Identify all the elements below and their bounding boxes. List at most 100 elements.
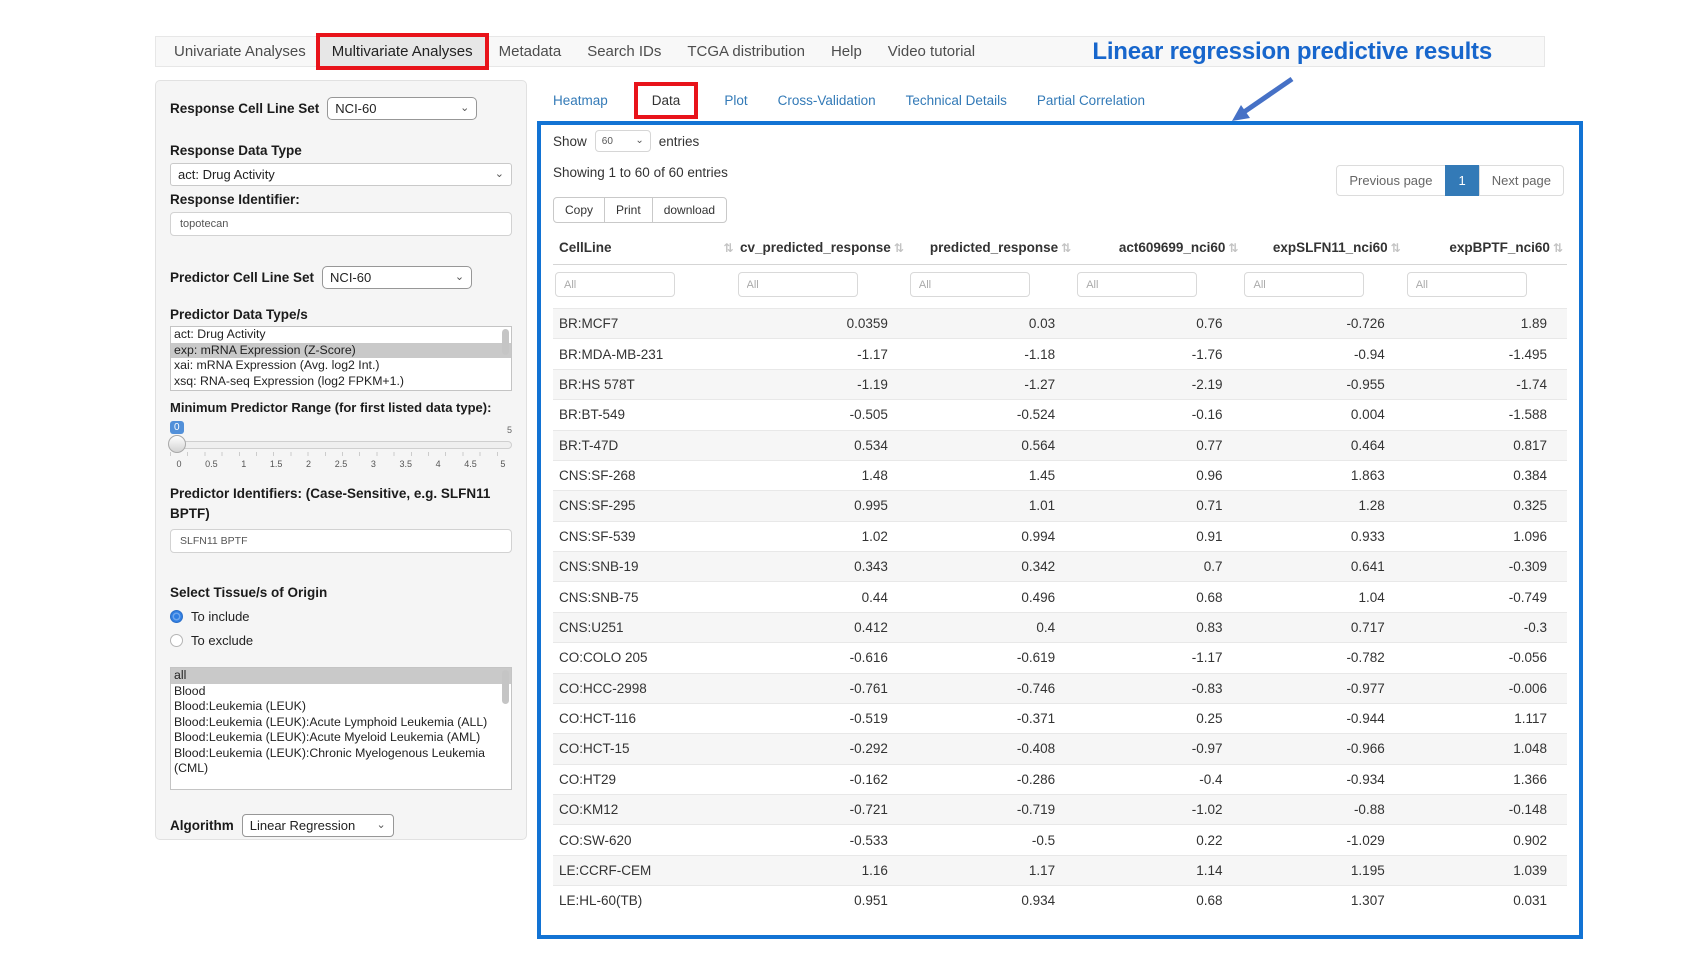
predictor-data-types-label: Predictor Data Type/s [170,307,512,322]
table-row: CNS:SF-2950.9951.010.711.280.325 [553,491,1567,521]
predictor-cell-line-set-select[interactable]: NCI-60 ⌄ [322,266,472,289]
slider-max-label: 5 [507,425,512,435]
value-cell: -0.782 [1242,643,1404,673]
slider-tick-2: 2 [300,459,318,469]
tab-cross-validation[interactable]: Cross-Validation [778,93,876,108]
tab-data[interactable]: Data [638,86,695,115]
result-tabs: Heatmap Data Plot Cross-Validation Technical… [553,84,1145,116]
page-size-value: 60 [602,136,613,147]
listbox-option-blood-leukemia-leuk[interactable]: Blood:Leukemia (LEUK) [171,699,511,715]
column-header-expbptf-nci60[interactable]: expBPTF_nci60⇅ [1405,231,1567,265]
value-cell: -0.371 [908,703,1075,733]
column-filter-input-predicted-response[interactable] [910,272,1030,297]
table-row: CO:HCT-15-0.292-0.408-0.97-0.9661.048 [553,734,1567,764]
response-data-type-select[interactable]: act: Drug Activity ⌄ [170,163,512,186]
column-header-predicted-response[interactable]: predicted_response⇅ [908,231,1075,265]
listbox-option-xai-mrna-expression-avg-log2-int[interactable]: xai: mRNA Expression (Avg. log2 Int.) [171,358,511,374]
predictor-identifiers-input[interactable] [170,529,512,553]
listbox-option-act-drug-activity[interactable]: act: Drug Activity [171,327,511,343]
table-row: CO:HT29-0.162-0.286-0.4-0.9341.366 [553,764,1567,794]
slider-tick-1-5: 1.5 [267,459,285,469]
value-cell: 1.45 [908,460,1075,490]
listbox-option-xsq-rna-seq-expression-log2-fpkm-1[interactable]: xsq: RNA-seq Expression (log2 FPKM+1.) [171,374,511,390]
chevron-down-icon: ⌄ [635,136,643,146]
slider-tick-5: 5 [494,459,512,469]
previous-page-button[interactable]: Previous page [1336,165,1445,196]
column-header-label: cv_predicted_response [740,240,891,255]
value-cell: -0.726 [1242,309,1404,339]
listbox-option-all[interactable]: all [171,668,511,684]
value-cell: 0.22 [1075,825,1242,855]
table-row: LE:HL-60(TB)0.9510.9340.681.3070.031 [553,886,1567,916]
cell-line-cell: CO:HCT-116 [553,703,736,733]
tab-heatmap[interactable]: Heatmap [553,93,608,108]
copy-button[interactable]: Copy [553,197,605,223]
tab-plot[interactable]: Plot [724,93,747,108]
value-cell: 1.28 [1242,491,1404,521]
column-header-cellline[interactable]: CellLine⇅ [553,231,736,265]
response-cell-line-set-select[interactable]: NCI-60 ⌄ [327,97,477,120]
nav-item-metadata[interactable]: Metadata [487,37,574,66]
column-header-act609699-nci60[interactable]: act609699_nci60⇅ [1075,231,1242,265]
cell-line-cell: BR:T-47D [553,430,736,460]
nav-item-univariate-analyses[interactable]: Univariate Analyses [162,37,318,66]
page-size-select[interactable]: 60 ⌄ [595,130,651,152]
value-cell: -0.524 [908,400,1075,430]
chevron-down-icon: ⌄ [377,820,386,831]
nav-item-video-tutorial[interactable]: Video tutorial [876,37,987,66]
tab-technical-details[interactable]: Technical Details [906,93,1007,108]
table-row: LE:CCRF-CEM1.161.171.141.1951.039 [553,855,1567,885]
tissue-origin-label: Select Tissue/s of Origin [170,585,512,600]
listbox-option-blood[interactable]: Blood [171,684,511,700]
download-button[interactable]: download [652,197,727,223]
response-identifier-input[interactable] [170,212,512,236]
nav-item-search-ids[interactable]: Search IDs [575,37,673,66]
predictor-range-slider-handle[interactable] [168,435,186,453]
value-cell: -1.17 [736,339,908,369]
sort-icon: ⇅ [723,241,733,255]
column-filter-input-expslfn11-nci60[interactable] [1244,272,1364,297]
table-header-row: CellLine⇅cv_predicted_response⇅predicted… [553,231,1567,265]
value-cell: -1.18 [908,339,1075,369]
radio-to-exclude[interactable]: To exclude [170,633,512,648]
response-cell-line-set-label: Response Cell Line Set [170,101,319,116]
column-filter-input-cv-predicted-response[interactable] [738,272,858,297]
value-cell: 0.325 [1405,491,1567,521]
column-filter-input-act609699-nci60[interactable] [1077,272,1197,297]
page-number-button[interactable]: 1 [1445,165,1480,196]
slider-tick-1: 1 [235,459,253,469]
filter-cell [1075,265,1242,309]
listbox-option-exp-mrna-expression-z-score[interactable]: exp: mRNA Expression (Z-Score) [171,343,511,359]
slider-tick-3: 3 [364,459,382,469]
value-cell: 0.995 [736,491,908,521]
filter-cell [553,265,736,309]
value-cell: 0.96 [1075,460,1242,490]
tissue-listbox[interactable]: allBloodBlood:Leukemia (LEUK)Blood:Leuke… [170,667,512,790]
cell-line-cell: BR:HS 578T [553,369,736,399]
algorithm-select[interactable]: Linear Regression ⌄ [242,814,394,837]
predictor-range-slider-track [170,441,512,449]
nav-item-tcga-distribution[interactable]: TCGA distribution [675,37,817,66]
value-cell: 0.03 [908,309,1075,339]
column-header-cv-predicted-response[interactable]: cv_predicted_response⇅ [736,231,908,265]
nav-item-multivariate-analyses[interactable]: Multivariate Analyses [320,37,485,66]
value-cell: 0.564 [908,430,1075,460]
column-header-expslfn11-nci60[interactable]: expSLFN11_nci60⇅ [1242,231,1404,265]
value-cell: -0.3 [1405,612,1567,642]
value-cell: -2.19 [1075,369,1242,399]
predictor-data-types-listbox[interactable]: act: Drug Activityexp: mRNA Expression (… [170,326,512,391]
column-filter-input-expbptf-nci60[interactable] [1407,272,1527,297]
scrollbar-thumb[interactable] [502,670,509,704]
radio-to-include[interactable]: To include [170,609,512,624]
listbox-option-blood-leukemia-leuk-acute-lymphoid-leukemia-all[interactable]: Blood:Leukemia (LEUK):Acute Lymphoid Leu… [171,715,511,731]
listbox-option-blood-leukemia-leuk-acute-myeloid-leukemia-aml[interactable]: Blood:Leukemia (LEUK):Acute Myeloid Leuk… [171,730,511,746]
column-filter-input-cellline[interactable] [555,272,675,297]
scrollbar-thumb[interactable] [502,329,509,355]
listbox-option-blood-leukemia-leuk-chronic-myelogenous-leukemia-cml[interactable]: Blood:Leukemia (LEUK):Chronic Myelogenou… [171,746,511,777]
next-page-button[interactable]: Next page [1479,165,1564,196]
value-cell: 0.68 [1075,582,1242,612]
nav-item-help[interactable]: Help [819,37,874,66]
slider-tick-3-5: 3.5 [397,459,415,469]
print-button[interactable]: Print [604,197,653,223]
tab-partial-correlation[interactable]: Partial Correlation [1037,93,1145,108]
